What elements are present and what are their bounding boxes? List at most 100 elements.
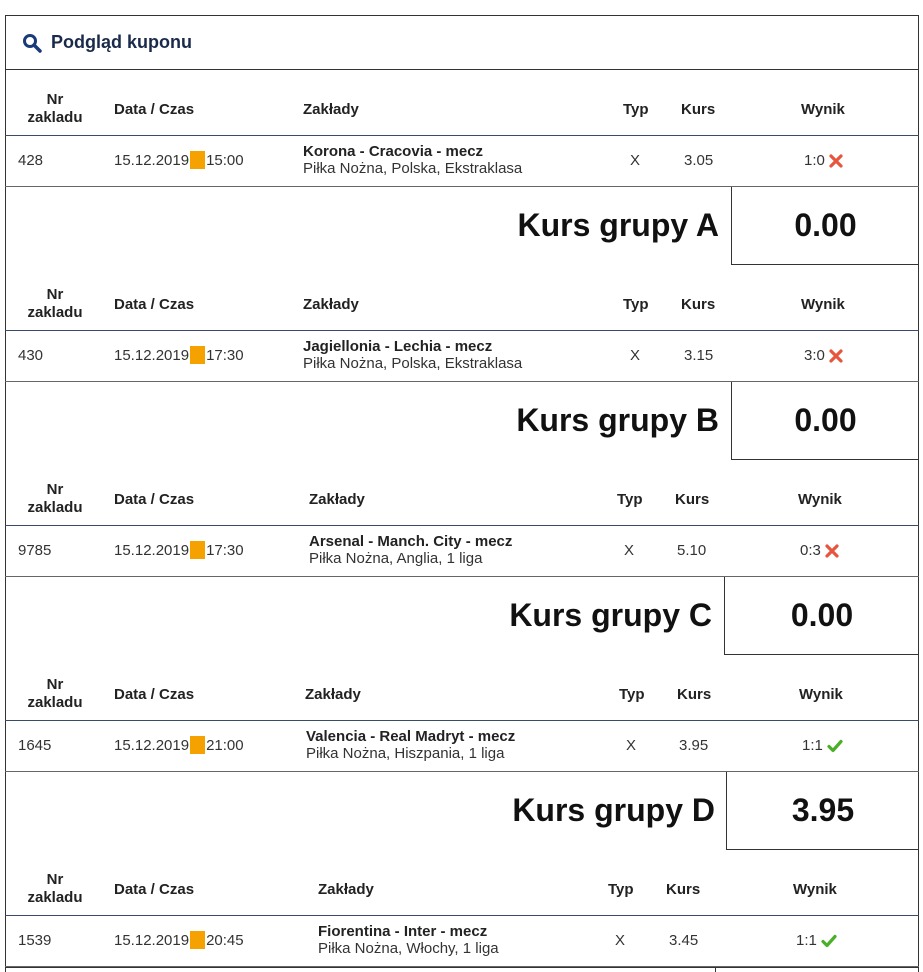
table-row: 1645 15.12.2019 21:00 Valencia - Real Mad… [5, 721, 919, 772]
bet-match: Valencia - Real Madryt - mecz Piłka Nożn… [306, 728, 515, 762]
bet-type: X [630, 152, 641, 169]
bet-odds: 3.45 [669, 932, 699, 949]
column-header-nr: Nr zakladu [27, 871, 83, 906]
match-name: Arsenal - Manch. City - mecz [309, 533, 513, 550]
bet-group-b: Nr zakladu Data / Czas Zakłady Typ Kurs … [5, 265, 919, 460]
bet-date: 15.12.2019 [114, 736, 190, 754]
bet-group-c: Nr zakladu Data / Czas Zakłady Typ Kurs … [5, 460, 919, 655]
group-odds-label: Kurs grupy B [516, 402, 719, 438]
date-separator [190, 346, 206, 364]
table-header: Nr zakladu Data / Czas Zakłady Typ Kurs … [5, 655, 919, 721]
group-odds-summary: Kurs grupy D 3.95 [5, 772, 919, 850]
bet-time: 21:00 [206, 736, 244, 754]
table-header: Nr zakladu Data / Czas Zakłady Typ Kurs … [5, 850, 919, 916]
bet-type: X [630, 347, 641, 364]
bet-date: 15.12.2019 [114, 541, 190, 559]
bet-date-time: 15.12.2019 17:30 [114, 541, 244, 559]
bet-time: 20:45 [206, 931, 244, 949]
bet-date: 15.12.2019 [114, 931, 190, 949]
bet-type: X [624, 542, 635, 559]
bet-result: 1:1 [796, 932, 837, 949]
group-odds-value: 0.00 [724, 577, 919, 655]
column-header-nr: Nr zakladu [27, 676, 83, 711]
column-header-result: Wynik [793, 881, 837, 898]
match-league: Piłka Nożna, Polska, Ekstraklasa [303, 355, 523, 372]
column-header-date: Data / Czas [114, 881, 195, 898]
column-header-result: Wynik [799, 686, 843, 703]
bet-type: X [626, 737, 637, 754]
group-odds-label: Kurs grupy D [512, 792, 715, 828]
column-header-result: Wynik [801, 101, 845, 118]
bet-type: X [615, 932, 626, 949]
group-odds-summary: Kurs grupy B 0.00 [5, 382, 919, 460]
group-odds-label: Kurs grupy A [517, 207, 720, 243]
date-separator [190, 931, 206, 949]
bet-odds: 5.10 [677, 542, 707, 559]
divider [5, 967, 919, 968]
bet-number: 1539 [18, 932, 52, 949]
column-header-bets: Zakłady [305, 686, 361, 703]
bet-number: 428 [18, 152, 44, 169]
bet-score: 0:3 [800, 542, 821, 559]
bet-date-time: 15.12.2019 17:30 [114, 346, 244, 364]
column-header-nr: Nr zakladu [27, 286, 83, 321]
bet-result: 1:1 [802, 737, 843, 754]
bet-score: 1:1 [802, 737, 823, 754]
bet-score: 1:0 [804, 152, 825, 169]
checkmark-icon [821, 934, 837, 947]
group-odds-summary: Kurs grupy A 0.00 [5, 187, 919, 265]
column-header-bets: Zakłady [318, 881, 374, 898]
bet-result: 1:0 [804, 152, 843, 169]
bet-match: Korona - Cracovia - mecz Piłka Nożna, Po… [303, 143, 522, 177]
match-league: Piłka Nożna, Hiszpania, 1 liga [306, 745, 505, 762]
column-header-result: Wynik [801, 296, 845, 313]
column-header-odds: Kurs [681, 101, 716, 118]
match-league: Piłka Nożna, Polska, Ekstraklasa [303, 160, 523, 177]
lost-icon [829, 153, 843, 168]
bet-group-a: Nr zakladu Data / Czas Zakłady Typ Kurs … [5, 70, 919, 265]
bet-time: 17:30 [206, 541, 244, 559]
date-separator [190, 541, 206, 559]
group-odds-value: 3.95 [726, 772, 919, 850]
bet-date: 15.12.2019 [114, 151, 190, 169]
table-row: 430 15.12.2019 17:30 Jagiellonia - Lechia… [5, 331, 919, 382]
page-title: Podgląd kuponu [51, 32, 192, 52]
bet-date-time: 15.12.2019 15:00 [114, 151, 244, 169]
bet-odds: 3.95 [679, 737, 709, 754]
divider [715, 967, 716, 972]
checkmark-icon [827, 739, 843, 752]
date-separator [190, 151, 206, 169]
bet-group-e: Nr zakladu Data / Czas Zakłady Typ Kurs … [5, 850, 919, 972]
match-name: Jagiellonia - Lechia - mecz [303, 338, 493, 355]
column-header-bets: Zakłady [303, 296, 359, 313]
group-odds-value: 0.00 [731, 382, 919, 460]
bet-result: 3:0 [804, 347, 843, 364]
bet-score: 1:1 [796, 932, 817, 949]
bet-result: 0:3 [800, 542, 839, 559]
bet-number: 1645 [18, 737, 52, 754]
search-icon [23, 33, 42, 53]
column-header-odds: Kurs [677, 686, 712, 703]
column-header-bets: Zakłady [309, 491, 365, 508]
table-row: 1539 15.12.2019 20:45 Fiorentina - Inter … [5, 916, 919, 967]
table-header: Nr zakladu Data / Czas Zakłady Typ Kurs … [5, 460, 919, 526]
bet-time: 17:30 [206, 346, 244, 364]
bet-match: Arsenal - Manch. City - mecz Piłka Nożna… [309, 533, 512, 567]
bet-date-time: 15.12.2019 21:00 [114, 736, 244, 754]
bet-match: Fiorentina - Inter - mecz Piłka Nożna, W… [318, 923, 499, 957]
group-odds-value: 0.00 [731, 187, 919, 265]
bet-date-time: 15.12.2019 20:45 [114, 931, 244, 949]
column-header-odds: Kurs [675, 491, 710, 508]
column-header-odds: Kurs [666, 881, 701, 898]
table-header: Nr zakladu Data / Czas Zakłady Typ Kurs … [5, 70, 919, 136]
bet-odds: 3.15 [684, 347, 714, 364]
bet-match: Jagiellonia - Lechia - mecz Piłka Nożna,… [303, 338, 522, 372]
group-odds-summary: Kurs grupy C 0.00 [5, 577, 919, 655]
column-header-date: Data / Czas [114, 686, 195, 703]
coupon-preview-header: Podgląd kuponu [5, 15, 919, 70]
match-name: Korona - Cracovia - mecz [303, 143, 484, 160]
column-header-date: Data / Czas [114, 296, 195, 313]
column-header-bets: Zakłady [303, 101, 359, 118]
column-header-date: Data / Czas [114, 491, 195, 508]
column-header-type: Typ [623, 101, 649, 118]
